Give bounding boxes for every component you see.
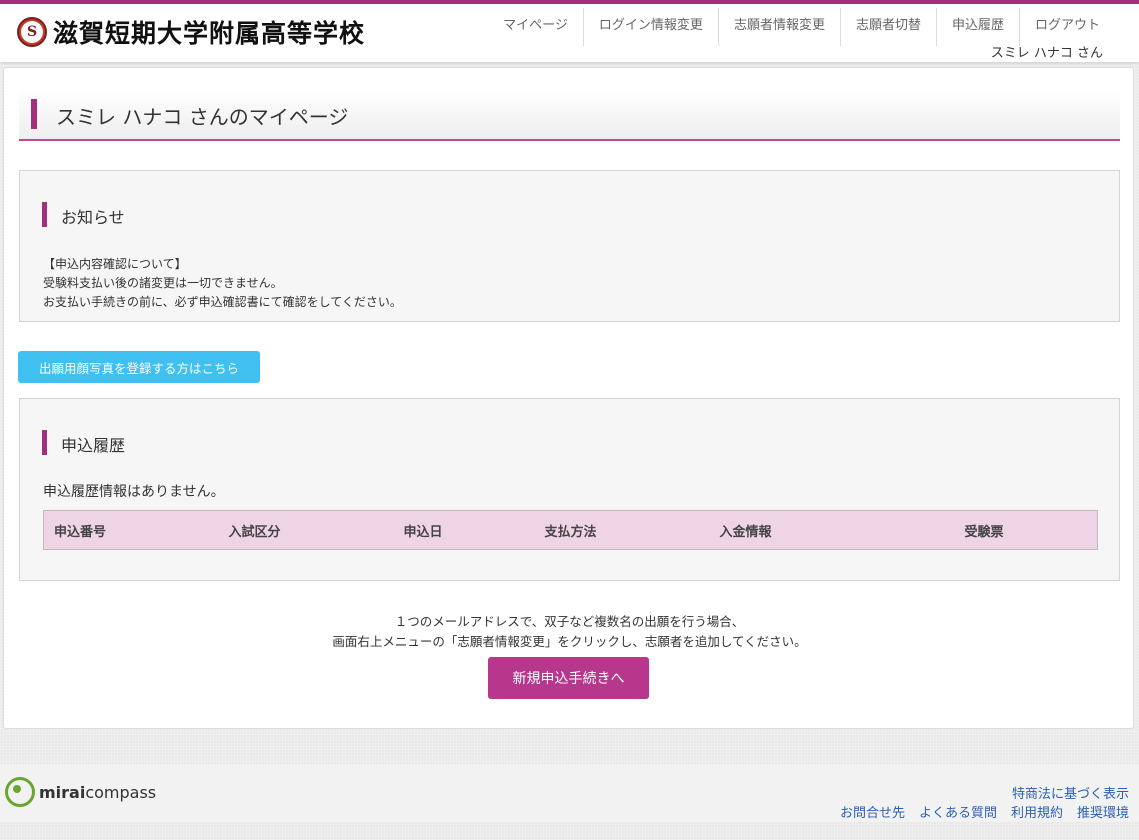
miraicompass-logo[interactable]: miraicompass [5,777,156,807]
page-title: スミレ ハナコ さんのマイページ [56,105,349,129]
main-panel: スミレ ハナコ さんのマイページ お知らせ 【申込内容確認について】 受験料支払… [3,67,1134,729]
nav-applicant-info-change[interactable]: 志願者情報変更 [717,8,840,46]
column-header-application-date: 申込日 [403,524,443,540]
notice-line: お支払い手続きの前に、必ず申込確認書にて確認をしてください。 [43,295,402,309]
brand-rest: compass [85,782,157,802]
link-faq[interactable]: よくある質問 [919,802,997,821]
notice-section: お知らせ 【申込内容確認について】 受験料支払い後の諸変更は一切できません。 お… [19,170,1120,322]
brand-bold: mirai [39,782,86,802]
column-header-payment-method: 支払方法 [544,524,597,540]
link-recommended-env[interactable]: 推奨環境 [1077,802,1129,821]
user-name: スミレ ハナコ さん [990,46,1103,61]
title-accent-bar [31,99,37,129]
nav-applicant-switch[interactable]: 志願者切替 [839,8,936,46]
multi-applicant-info: １つのメールアドレスで、双子など複数名の出願を行う場合、 画面右上メニューの「志… [4,612,1135,652]
footer-links: お問合せ先 よくある質問 利用規約 推奨環境 [840,802,1129,821]
notice-line: 【申込内容確認について】 [43,257,187,271]
site-footer: miraicompass 特商法に基づく表示 お問合せ先 よくある質問 利用規約… [0,765,1139,822]
nav-logout[interactable]: ログアウト [1018,8,1115,46]
page-title-bar: スミレ ハナコ さんのマイページ [19,89,1120,141]
link-contact[interactable]: お問合せ先 [840,802,905,821]
register-photo-button[interactable]: 出願用顔写真を登録する方はこちら [18,351,260,383]
column-header-application-number: 申込番号 [54,524,107,540]
table-header-row: 申込番号 入試区分 申込日 支払方法 入金情報 受験票 [44,511,1098,550]
column-header-exam-ticket: 受験票 [964,524,1004,540]
compass-icon [5,777,35,807]
top-nav: マイページ ログイン情報変更 志願者情報変更 志願者切替 申込履歴 ログアウト [488,8,1115,46]
link-commercial-transactions[interactable]: 特商法に基づく表示 [1012,787,1129,802]
info-line: 画面右上メニューの「志願者情報変更」をクリックし、志願者を追加してください。 [332,634,807,649]
site-header: S 滋賀短期大学附属高等学校 マイページ ログイン情報変更 志願者情報変更 志願… [0,0,1139,62]
link-terms[interactable]: 利用規約 [1011,802,1063,821]
column-header-payment-info: 入金情報 [719,524,772,540]
nav-mypage[interactable]: マイページ [488,8,583,46]
history-table: 申込番号 入試区分 申込日 支払方法 入金情報 受験票 [43,510,1098,550]
section-accent-bar [42,430,47,455]
notice-heading: お知らせ [61,208,125,227]
notice-text: 【申込内容確認について】 受験料支払い後の諸変更は一切できません。 お支払い手続… [43,255,402,312]
school-seal-icon: S [17,17,47,47]
new-application-button[interactable]: 新規申込手続きへ [488,657,649,699]
column-header-exam-category: 入試区分 [228,524,281,540]
notice-line: 受験料支払い後の諸変更は一切できません。 [43,276,283,290]
history-empty-message: 申込履歴情報はありません。 [43,484,225,500]
section-accent-bar [42,202,47,227]
school-logo[interactable]: S 滋賀短期大学附属高等学校 [17,14,365,50]
school-name: 滋賀短期大学附属高等学校 [53,19,366,48]
history-section: 申込履歴 申込履歴情報はありません。 申込番号 入試区分 申込日 支払方法 入金… [19,398,1120,581]
nav-application-history[interactable]: 申込履歴 [935,8,1019,46]
history-heading: 申込履歴 [61,436,126,455]
info-line: １つのメールアドレスで、双子など複数名の出願を行う場合、 [394,614,745,629]
nav-login-info-change[interactable]: ログイン情報変更 [582,8,718,46]
